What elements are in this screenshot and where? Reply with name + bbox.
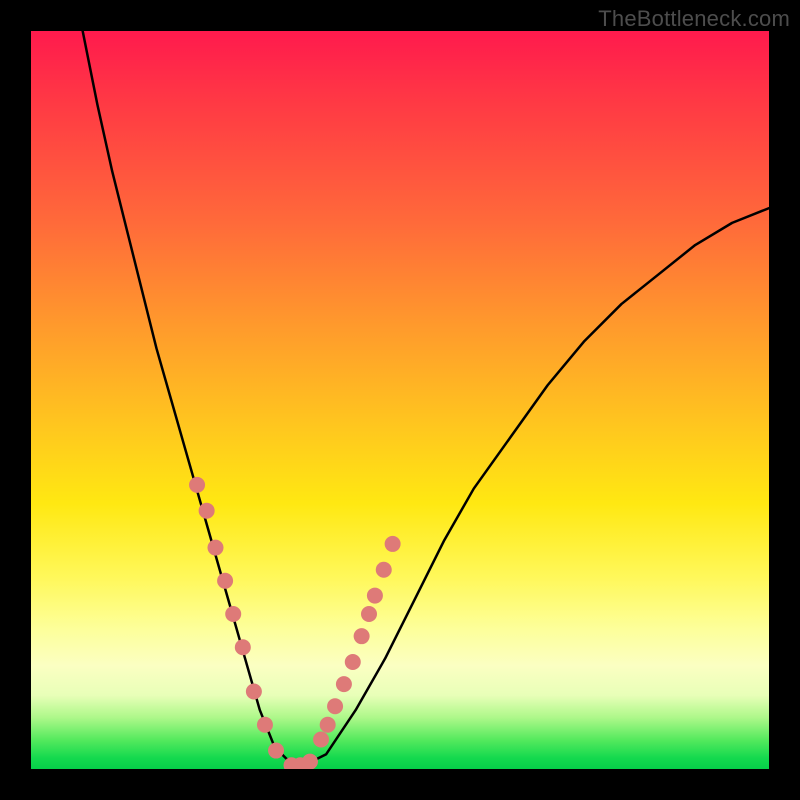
marker-dot [199,503,215,519]
curve-series [83,31,769,769]
marker-dot [246,684,262,700]
plot-area [31,31,769,769]
marker-dot [235,639,251,655]
marker-dot [217,573,233,589]
marker-dot [367,588,383,604]
marker-dot [225,606,241,622]
curve-path [83,31,769,769]
watermark-label: TheBottleneck.com [598,6,790,32]
marker-dot [302,754,318,769]
marker-dot [189,477,205,493]
marker-dot [320,717,336,733]
marker-dot [336,676,352,692]
marker-dot [385,536,401,552]
chart-svg [31,31,769,769]
chart-frame: TheBottleneck.com [0,0,800,800]
marker-dot [354,628,370,644]
marker-dot [268,743,284,759]
marker-dot [327,698,343,714]
marker-dot [208,540,224,556]
marker-dot [257,717,273,733]
marker-dot [361,606,377,622]
marker-dot [376,562,392,578]
marker-dot [345,654,361,670]
marker-dot [313,731,329,747]
marker-series [189,477,401,769]
